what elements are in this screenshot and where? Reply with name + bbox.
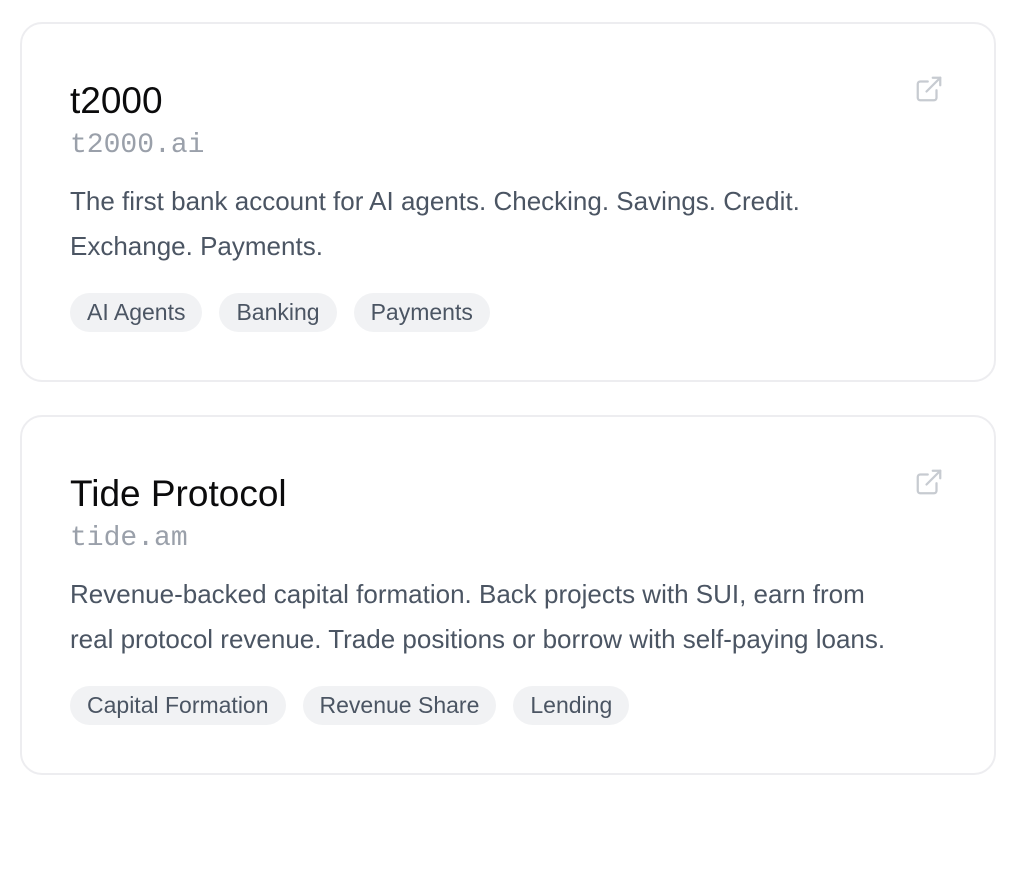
tag: Revenue Share — [302, 686, 497, 725]
project-domain[interactable]: t2000.ai — [70, 129, 946, 163]
external-link-icon[interactable] — [914, 467, 944, 497]
tag: Capital Formation — [70, 686, 286, 725]
project-card[interactable]: t2000 t2000.ai The first bank account fo… — [20, 22, 996, 382]
project-title: Tide Protocol — [70, 473, 287, 514]
tag-list: Capital Formation Revenue Share Lending — [70, 686, 946, 725]
project-domain[interactable]: tide.am — [70, 522, 946, 556]
project-description: Revenue-backed capital formation. Back p… — [70, 579, 886, 654]
tag: AI Agents — [70, 293, 203, 332]
project-card[interactable]: Tide Protocol tide.am Revenue-backed cap… — [20, 415, 996, 775]
external-link-icon[interactable] — [914, 74, 944, 104]
tag-list: AI Agents Banking Payments — [70, 293, 946, 332]
project-list: t2000 t2000.ai The first bank account fo… — [20, 22, 996, 775]
project-title: t2000 — [70, 80, 163, 121]
tag: Banking — [219, 293, 337, 332]
project-description: The first bank account for AI agents. Ch… — [70, 186, 800, 261]
tag: Payments — [353, 293, 490, 332]
tag: Lending — [513, 686, 630, 725]
